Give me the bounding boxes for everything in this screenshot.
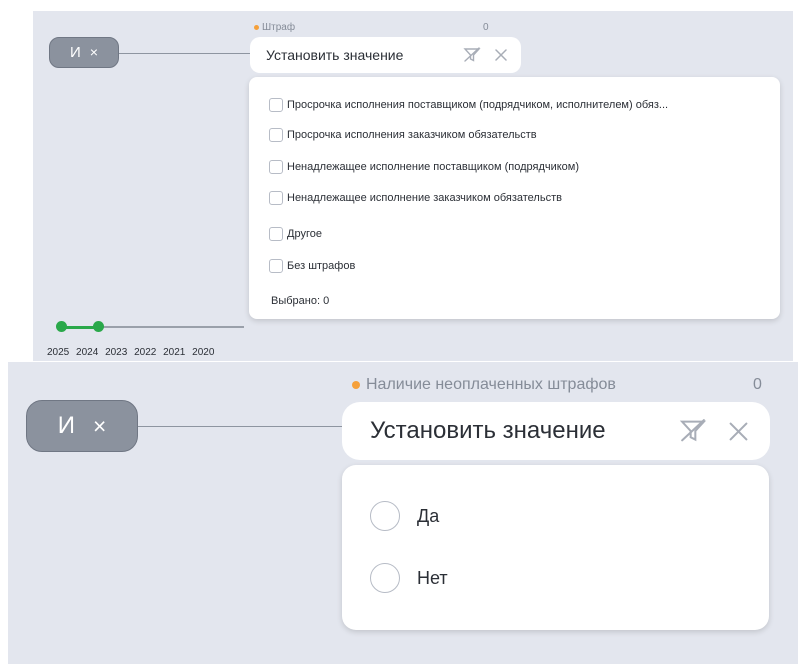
option-label: Просрочка исполнения заказчиком обязател… <box>287 129 537 141</box>
close-icon[interactable] <box>495 49 507 61</box>
remove-operator-icon[interactable]: × <box>93 413 106 440</box>
option-item[interactable]: Нет <box>370 563 448 593</box>
value-select-text: Установить значение <box>370 417 606 444</box>
connector-line <box>119 53 250 54</box>
radio-button[interactable] <box>370 501 400 531</box>
checkbox[interactable] <box>269 191 283 205</box>
value-select[interactable]: Установить значение <box>250 37 521 73</box>
options-dropdown: Да Нет <box>342 465 769 630</box>
field-label-text: Штраф <box>262 22 296 33</box>
options-dropdown: Просрочка исполнения поставщиком (подряд… <box>249 77 780 319</box>
operator-chip[interactable]: И × <box>49 37 119 68</box>
status-dot-icon <box>254 25 259 30</box>
field-label-text: Наличие неоплаченных штрафов <box>366 376 616 393</box>
option-label: Да <box>417 505 440 526</box>
year-label: 2022 <box>134 347 157 358</box>
result-count: 0 <box>483 22 489 33</box>
year-label: 2024 <box>76 347 99 358</box>
filter-clear-icon[interactable] <box>679 418 707 444</box>
value-select[interactable]: Установить значение <box>342 402 770 460</box>
checkbox[interactable] <box>269 98 283 112</box>
filter-panel-penalty: И × Штраф 0 Установить значение Просрочк… <box>33 11 793 361</box>
remove-operator-icon[interactable]: × <box>90 45 98 61</box>
filter-panel-unpaid-penalties: И × Наличие неоплаченных штрафов 0 Устан… <box>8 362 798 664</box>
radio-button[interactable] <box>370 563 400 593</box>
year-label: 2021 <box>163 347 186 358</box>
option-label: Просрочка исполнения поставщиком (подряд… <box>287 99 669 111</box>
selected-count: Выбрано: 0 <box>271 295 330 307</box>
checkbox[interactable] <box>269 128 283 142</box>
slider-handle-end[interactable] <box>93 321 104 332</box>
year-label: 2025 <box>47 347 70 358</box>
close-icon[interactable] <box>729 422 748 441</box>
option-label: Ненадлежащее исполнение заказчиком обяза… <box>287 192 562 204</box>
field-label: Наличие неоплаченных штрафов <box>352 376 616 394</box>
option-item[interactable]: Другое <box>269 227 322 241</box>
operator-label: И <box>57 412 75 439</box>
filter-clear-icon[interactable] <box>463 47 481 63</box>
slider-handle-start[interactable] <box>56 321 67 332</box>
operator-chip[interactable]: И × <box>26 400 138 452</box>
option-label: Без штрафов <box>287 260 356 272</box>
option-item[interactable]: Ненадлежащее исполнение заказчиком обяза… <box>269 191 562 205</box>
option-label: Ненадлежащее исполнение поставщиком (под… <box>287 161 580 173</box>
checkbox[interactable] <box>269 160 283 174</box>
option-label: Другое <box>287 228 322 240</box>
year-slider[interactable] <box>56 321 244 332</box>
option-item[interactable]: Просрочка исполнения заказчиком обязател… <box>269 128 537 142</box>
result-count: 0 <box>753 376 762 393</box>
field-label: Штраф <box>254 22 295 33</box>
option-item[interactable]: Да <box>370 501 439 531</box>
option-label: Нет <box>417 567 448 588</box>
checkbox[interactable] <box>269 227 283 241</box>
option-item[interactable]: Просрочка исполнения поставщиком (подряд… <box>269 98 668 112</box>
status-dot-icon <box>352 381 360 389</box>
year-labels: 2025 2024 2023 2022 2021 2020 <box>47 347 218 358</box>
year-label: 2023 <box>105 347 128 358</box>
operator-label: И <box>69 44 81 61</box>
option-item[interactable]: Без штрафов <box>269 259 355 273</box>
option-item[interactable]: Ненадлежащее исполнение поставщиком (под… <box>269 160 579 174</box>
checkbox[interactable] <box>269 259 283 273</box>
value-select-text: Установить значение <box>266 47 404 63</box>
year-label: 2020 <box>192 347 215 358</box>
connector-line <box>138 426 348 427</box>
